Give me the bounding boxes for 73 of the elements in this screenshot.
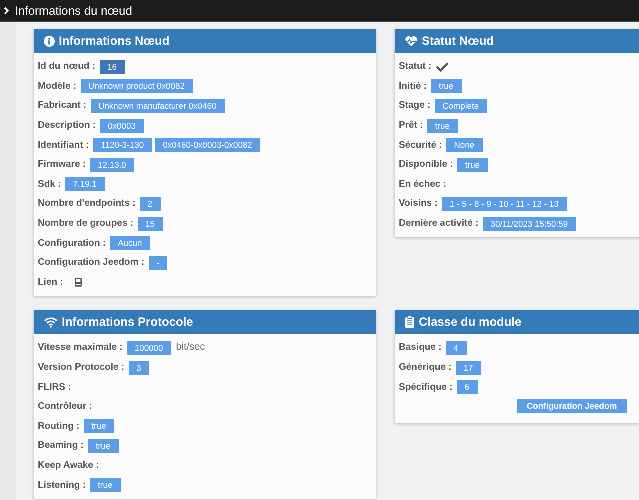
book-icon[interactable] — [75, 278, 82, 287]
field-label: Vitesse maximale : — [38, 342, 123, 354]
chevron-icon — [4, 6, 10, 14]
check-icon — [436, 62, 449, 72]
field-label: Fabricant : — [38, 100, 87, 112]
field-label: Nombre de groupes : — [38, 218, 134, 230]
field-label: Basique : — [399, 342, 442, 354]
value-badge: 1 - 5 - 8 - 9 - 10 - 11 - 12 - 13 — [442, 196, 567, 211]
value-badge: Unknown manufacturer 0x0460 — [90, 98, 225, 113]
field-label: Voisins : — [399, 198, 438, 210]
value-badge: true — [90, 478, 121, 492]
unit-label: bit/sec — [176, 342, 206, 354]
value-badge: 7.19.1 — [65, 177, 105, 192]
value-badge: true — [84, 419, 114, 434]
value-badge: 100000 — [126, 340, 172, 355]
field-label: Prêt : — [399, 120, 424, 132]
value-badge: true — [457, 158, 488, 172]
field-label: Disponible : — [399, 159, 454, 170]
value-badge: 16 — [100, 60, 125, 74]
value-badge: 6 — [456, 380, 478, 394]
field-label: Routing : — [38, 420, 80, 432]
field-label: Sdk : — [38, 178, 62, 190]
clipboard-icon — [405, 316, 415, 328]
field-label: Générique : — [399, 362, 452, 374]
value-badge: Complete — [434, 98, 488, 113]
field-label: FLIRS : — [38, 382, 72, 393]
field-label: Dernière activité : — [399, 218, 479, 230]
field-label: En échec : — [399, 178, 447, 190]
panel-title: Informations Nœud — [59, 34, 170, 48]
field-label: Stage : — [399, 100, 431, 112]
value-badge: None — [446, 138, 483, 152]
field-label: Sécurité : — [399, 140, 442, 151]
value-badge: 17 — [456, 360, 482, 375]
panel-title: Informations Protocole — [62, 315, 194, 330]
configuration-button[interactable]: Configuration Jeedom — [517, 398, 628, 413]
value-badge: true — [88, 438, 119, 453]
value-badge: 3 — [128, 360, 150, 375]
wifi-icon — [44, 316, 58, 328]
field-label: Keep Awake : — [38, 460, 100, 472]
panel-title: Classe du module — [419, 315, 522, 330]
info-icon — [44, 36, 55, 46]
field-label: Configuration Jeedom : — [38, 257, 145, 268]
field-label: Beaming : — [38, 440, 84, 452]
field-label: Spécifique : — [399, 382, 453, 393]
field-label: Description : — [38, 120, 96, 132]
field-label: Id du nœud : — [38, 61, 96, 72]
panel-title: Statut Nœud — [422, 34, 494, 48]
value-badge: true — [430, 79, 462, 94]
value-badge: 1120-3-130 — [93, 138, 152, 152]
field-label: Firmware : — [38, 159, 86, 170]
field-label: Configuration : — [38, 238, 106, 249]
value-badge: 15 — [138, 216, 164, 231]
value-badge: 12.13.0 — [90, 158, 134, 172]
value-badge: 0x0003 — [100, 118, 144, 133]
field-label: Modèle : — [38, 80, 77, 92]
field-label: Lien : — [38, 276, 64, 288]
section-title: Informations du nœud — [15, 4, 132, 18]
field-label: Nombre d'endpoints : — [38, 198, 136, 210]
field-label: Statut : — [399, 61, 432, 72]
value-badge: 4 — [446, 340, 466, 355]
value-badge: Unknown product 0x0082 — [80, 79, 193, 94]
value-badge: Aucun — [110, 236, 150, 250]
value-badge: true — [427, 118, 458, 133]
field-label: Identifiant : — [38, 140, 90, 151]
value-badge: 0x0460-0x0003-0x0082 — [155, 138, 260, 152]
heartbeat-icon — [405, 36, 418, 46]
field-label: Initié : — [399, 80, 427, 92]
value-badge: - — [148, 256, 168, 270]
value-badge: 30/11/2023 15:50:59 — [482, 216, 576, 231]
field-label: Version Protocole : — [38, 362, 125, 374]
field-label: Listening : — [38, 480, 86, 491]
value-badge: 2 — [140, 196, 161, 211]
field-label: Contrôleur : — [38, 401, 92, 412]
